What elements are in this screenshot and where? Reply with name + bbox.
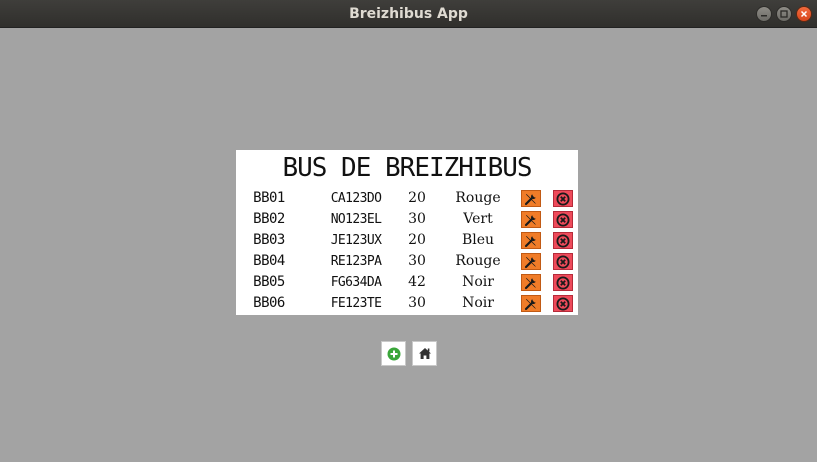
close-button[interactable] <box>796 6 812 22</box>
page-title: BUS DE BREIZHIBUS <box>282 153 532 183</box>
bus-color: Bleu <box>461 232 495 248</box>
table-row: BB03 JE123UX 20 Bleu <box>236 230 578 251</box>
bus-table: BB01 CA123DO 20 Rouge BB02 NO123EL 30 Vert BB03 J… <box>236 188 578 314</box>
bus-seats: 30 <box>408 211 426 227</box>
delete-bus-button[interactable] <box>553 232 573 249</box>
maximize-button[interactable] <box>776 6 792 22</box>
delete-icon <box>556 192 570 205</box>
home-icon <box>418 348 431 359</box>
minimize-icon <box>761 15 767 17</box>
bus-id: BB05 <box>253 274 285 290</box>
bus-plate: JE123UX <box>330 233 382 248</box>
delete-icon <box>556 297 570 310</box>
delete-bus-button[interactable] <box>553 253 573 270</box>
wrench-icon <box>524 298 536 310</box>
bus-id: BB02 <box>253 211 285 227</box>
close-icon <box>800 10 808 18</box>
delete-icon <box>556 255 570 268</box>
delete-bus-button[interactable] <box>553 211 573 228</box>
delete-bus-button[interactable] <box>553 190 573 207</box>
bus-plate: CA123DO <box>330 191 382 206</box>
bus-list-panel: BUS DE BREIZHIBUS BB01 CA123DO 20 Rouge BB02… <box>236 150 578 315</box>
bus-id: BB04 <box>253 253 285 269</box>
table-row: BB04 RE123PA 30 Rouge <box>236 251 578 272</box>
delete-bus-button[interactable] <box>553 274 573 291</box>
wrench-icon <box>524 277 536 289</box>
bus-plate: RE123PA <box>330 254 382 269</box>
bus-color: Rouge <box>455 190 501 206</box>
wrench-icon <box>524 235 536 247</box>
wrench-icon <box>524 193 536 205</box>
wrench-icon <box>524 214 536 226</box>
edit-bus-button[interactable] <box>521 253 541 270</box>
bus-seats: 30 <box>408 295 426 311</box>
maximize-icon <box>780 10 788 18</box>
minimize-button[interactable] <box>756 6 772 22</box>
add-bus-button[interactable] <box>381 341 406 366</box>
delete-icon <box>556 276 570 289</box>
edit-bus-button[interactable] <box>521 232 541 249</box>
bus-seats: 20 <box>408 232 426 248</box>
bus-seats: 20 <box>408 190 426 206</box>
bus-id: BB03 <box>253 232 285 248</box>
window-controls <box>756 6 812 22</box>
bus-plate: FE123TE <box>330 296 382 311</box>
table-row: BB05 FG634DA 42 Noir <box>236 272 578 293</box>
delete-icon <box>556 234 570 247</box>
window-title: Breizhibus App <box>349 6 468 22</box>
bus-color: Vert <box>463 211 493 227</box>
bus-seats: 30 <box>408 253 426 269</box>
home-button[interactable] <box>412 341 437 366</box>
wrench-icon <box>524 256 536 268</box>
bus-color: Rouge <box>455 253 501 269</box>
edit-bus-button[interactable] <box>521 211 541 228</box>
add-circle-icon <box>387 347 400 360</box>
bus-id: BB06 <box>253 295 285 311</box>
bus-seats: 42 <box>408 274 426 290</box>
delete-bus-button[interactable] <box>553 295 573 312</box>
bus-id: BB01 <box>253 190 285 206</box>
edit-bus-button[interactable] <box>521 274 541 291</box>
bus-plate: NO123EL <box>330 212 382 227</box>
edit-bus-button[interactable] <box>521 295 541 312</box>
table-row: BB01 CA123DO 20 Rouge <box>236 188 578 209</box>
table-row: BB06 FE123TE 30 Noir <box>236 293 578 314</box>
delete-icon <box>556 213 570 226</box>
table-row: BB02 NO123EL 30 Vert <box>236 209 578 230</box>
bus-color: Noir <box>462 295 494 311</box>
bus-plate: FG634DA <box>330 275 382 290</box>
bus-color: Noir <box>462 274 494 290</box>
window-titlebar: Breizhibus App <box>0 0 817 28</box>
edit-bus-button[interactable] <box>521 190 541 207</box>
